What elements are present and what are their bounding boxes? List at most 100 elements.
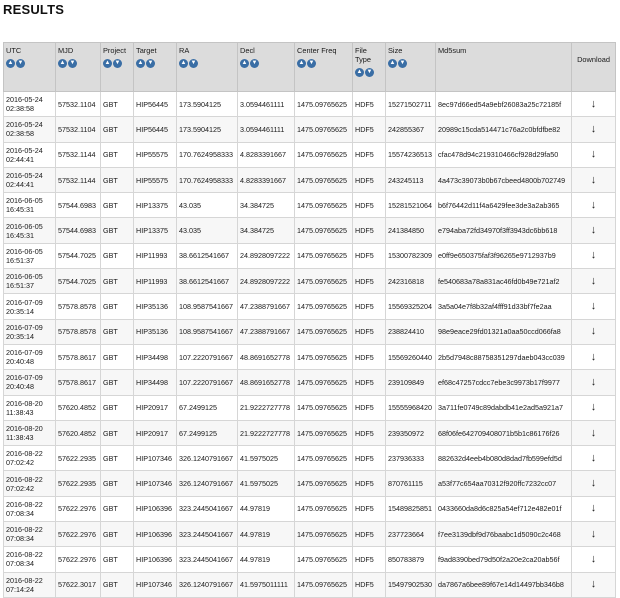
- sort-ascending-arrow-up-icon[interactable]: ▲: [136, 59, 145, 68]
- download-arrow-icon[interactable]: ↓: [571, 268, 616, 295]
- cell-md5sum: da7867a6bee89f67e14d14497bb346b8: [435, 571, 572, 598]
- download-arrow-icon[interactable]: ↓: [571, 470, 616, 497]
- sort-descending-arrow-down-icon[interactable]: ▼: [365, 68, 374, 77]
- sort-ascending-arrow-up-icon[interactable]: ▲: [240, 59, 249, 68]
- sort-ascending-arrow-up-icon[interactable]: ▲: [388, 59, 397, 68]
- utc-time: 02:44:41: [6, 180, 34, 190]
- cell-utc: 2016-07-09 20:40:48: [3, 343, 56, 371]
- column-header-size[interactable]: Size ▲ ▼: [385, 42, 436, 92]
- cell-md5sum: b6f76442d11f4a6429fee3de3a2ab365: [435, 192, 572, 219]
- column-header-decl[interactable]: Decl ▲ ▼: [237, 42, 295, 92]
- cell-project: GBT: [100, 343, 134, 371]
- cell-target: HIP13375: [133, 192, 177, 219]
- sort-descending-arrow-down-icon[interactable]: ▼: [113, 59, 122, 68]
- download-arrow-icon[interactable]: ↓: [571, 571, 616, 598]
- cell-ra: 107.2220791667: [176, 369, 238, 396]
- cell-project: GBT: [100, 192, 134, 219]
- column-header-mjd[interactable]: MJD ▲ ▼: [55, 42, 101, 92]
- cell-target: HIP106396: [133, 521, 177, 548]
- sort-ascending-arrow-up-icon[interactable]: ▲: [103, 59, 112, 68]
- utc-date: 2016-05-24: [6, 120, 43, 130]
- cell-mjd: 57578.8578: [55, 318, 101, 345]
- download-arrow-icon[interactable]: ↓: [571, 343, 616, 371]
- column-header-project[interactable]: Project ▲ ▼: [100, 42, 134, 92]
- column-header-file-type[interactable]: File Type ▲ ▼: [352, 42, 386, 92]
- cell-size: 239109849: [385, 369, 436, 396]
- sort-ascending-arrow-up-icon[interactable]: ▲: [179, 59, 188, 68]
- table-row: 2016-05-24 02:44:41 57532.1144 GBT HIP55575 1…: [3, 141, 616, 168]
- download-arrow-icon[interactable]: ↓: [571, 166, 616, 194]
- sort-descending-arrow-down-icon[interactable]: ▼: [16, 59, 25, 68]
- cell-md5sum: f7ee3139dbf9d76baabc1d5090c2c468: [435, 521, 572, 548]
- utc-time: 16:51:37: [6, 281, 34, 291]
- cell-target: HIP56445: [133, 90, 177, 118]
- cell-project: GBT: [100, 242, 134, 270]
- download-arrow-icon[interactable]: ↓: [571, 419, 616, 447]
- download-arrow-icon[interactable]: ↓: [571, 318, 616, 345]
- table-row: 2016-08-22 07:08:34 57622.2976 GBT HIP106396…: [3, 521, 616, 548]
- sort-descending-arrow-down-icon[interactable]: ▼: [250, 59, 259, 68]
- column-header-utc[interactable]: UTC ▲ ▼: [3, 42, 56, 92]
- cell-file-type: HDF5: [352, 546, 386, 573]
- cell-target: HIP107346: [133, 470, 177, 497]
- column-header-label: Project: [103, 46, 127, 55]
- cell-target: HIP35136: [133, 293, 177, 320]
- cell-center-freq: 1475.09765625: [294, 268, 353, 295]
- cell-decl: 3.0594461111: [237, 116, 295, 143]
- cell-mjd: 57620.4852: [55, 419, 101, 447]
- download-arrow-icon[interactable]: ↓: [571, 495, 616, 523]
- download-arrow-icon[interactable]: ↓: [571, 521, 616, 548]
- cell-ra: 67.2499125: [176, 394, 238, 421]
- sort-ascending-arrow-up-icon[interactable]: ▲: [355, 68, 364, 77]
- sort-ascending-arrow-up-icon[interactable]: ▲: [297, 59, 306, 68]
- cell-decl: 41.5975025: [237, 470, 295, 497]
- cell-center-freq: 1475.09765625: [294, 571, 353, 598]
- sort-controls: ▲ ▼: [6, 57, 53, 68]
- download-arrow-icon[interactable]: ↓: [571, 293, 616, 320]
- sort-descending-arrow-down-icon[interactable]: ▼: [189, 59, 198, 68]
- sort-descending-arrow-down-icon[interactable]: ▼: [68, 59, 77, 68]
- sort-descending-arrow-down-icon[interactable]: ▼: [398, 59, 407, 68]
- download-arrow-icon[interactable]: ↓: [571, 369, 616, 396]
- cell-size: 237723664: [385, 521, 436, 548]
- table-row: 2016-08-20 11:38:43 57620.4852 GBT HIP20917 6…: [3, 394, 616, 421]
- sort-ascending-arrow-up-icon[interactable]: ▲: [6, 59, 15, 68]
- column-header-md5sum: Md5sum: [435, 42, 572, 92]
- download-arrow-icon[interactable]: ↓: [571, 394, 616, 421]
- cell-mjd: 57622.2976: [55, 546, 101, 573]
- download-arrow-icon[interactable]: ↓: [571, 445, 616, 472]
- utc-time: 20:40:48: [6, 382, 34, 392]
- column-header-center-freq[interactable]: Center Freq ▲ ▼: [294, 42, 353, 92]
- sort-descending-arrow-down-icon[interactable]: ▼: [307, 59, 316, 68]
- column-header-label: Download: [577, 55, 610, 64]
- cell-project: GBT: [100, 521, 134, 548]
- cell-center-freq: 1475.09765625: [294, 546, 353, 573]
- cell-center-freq: 1475.09765625: [294, 495, 353, 523]
- sort-descending-arrow-down-icon[interactable]: ▼: [146, 59, 155, 68]
- table-row: 2016-06-05 16:45:31 57544.6983 GBT HIP13375 4…: [3, 217, 616, 244]
- column-header-download: Download: [571, 42, 616, 92]
- download-arrow-icon[interactable]: ↓: [571, 546, 616, 573]
- download-arrow-icon[interactable]: ↓: [571, 242, 616, 270]
- sort-controls: ▲ ▼: [297, 57, 350, 68]
- utc-time: 02:38:58: [6, 104, 34, 114]
- download-arrow-icon[interactable]: ↓: [571, 141, 616, 168]
- column-header-ra[interactable]: RA ▲ ▼: [176, 42, 238, 92]
- download-arrow-icon[interactable]: ↓: [571, 192, 616, 219]
- table-row: 2016-07-09 20:40:48 57578.8617 GBT HIP34498 1…: [3, 369, 616, 396]
- cell-md5sum: 20989c15cda514471c76a2c0bfdfbe82: [435, 116, 572, 143]
- utc-time: 20:35:14: [6, 331, 34, 341]
- download-arrow-icon[interactable]: ↓: [571, 217, 616, 244]
- cell-utc: 2016-07-09 20:35:14: [3, 318, 56, 345]
- download-arrow-icon[interactable]: ↓: [571, 116, 616, 143]
- utc-date: 2016-06-05: [6, 196, 43, 206]
- cell-decl: 47.2388791667: [237, 318, 295, 345]
- column-header-target[interactable]: Target ▲ ▼: [133, 42, 177, 92]
- download-arrow-icon[interactable]: ↓: [571, 90, 616, 118]
- cell-mjd: 57532.1104: [55, 90, 101, 118]
- cell-utc: 2016-05-24 02:44:41: [3, 166, 56, 194]
- sort-ascending-arrow-up-icon[interactable]: ▲: [58, 59, 67, 68]
- cell-project: GBT: [100, 318, 134, 345]
- utc-time: 11:38:43: [6, 433, 34, 442]
- utc-time: 20:35:14: [6, 306, 34, 316]
